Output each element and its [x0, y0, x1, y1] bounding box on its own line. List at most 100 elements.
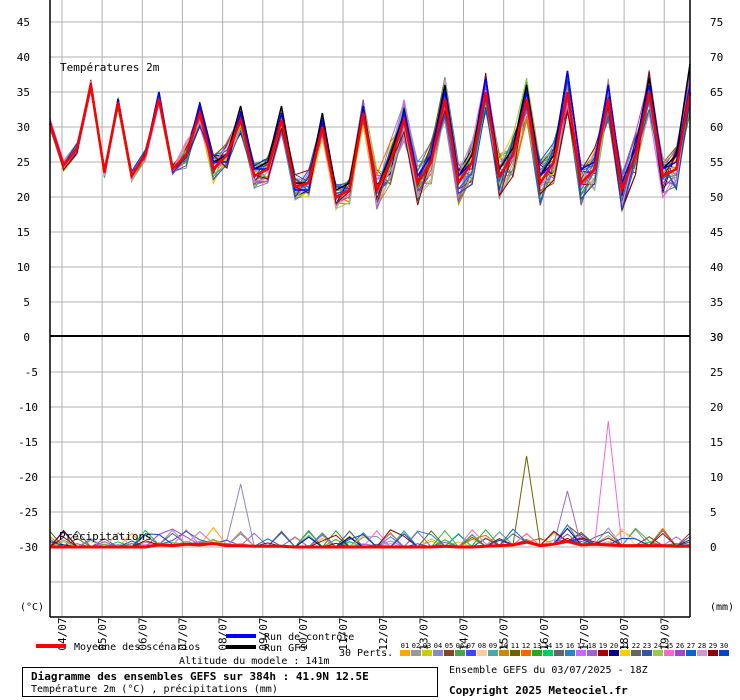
pert-swatch [598, 650, 608, 656]
pert-number: 03 [423, 642, 431, 650]
pert-swatch [609, 650, 619, 656]
pert-number: 21 [621, 642, 629, 650]
pert-swatch [466, 650, 476, 656]
pert-swatch [521, 650, 531, 656]
pert-number: 01 [401, 642, 409, 650]
pert-swatch [400, 650, 410, 656]
legend-mean-label: Moyenne des scénarios [74, 641, 200, 653]
footer-title: Diagramme des ensembles GEFS sur 384h : … [31, 670, 369, 683]
pert-swatch [620, 650, 630, 656]
legend-perts-label: 30 Perts. [339, 648, 393, 659]
pert-number: 12 [522, 642, 530, 650]
pert-number: 30 [720, 642, 728, 650]
pert-swatch [719, 650, 729, 656]
date-tick-label: 12/07 [377, 617, 390, 650]
temp-tick-label: 45 [17, 16, 30, 29]
temp-right-tick-label: 55 [710, 156, 723, 169]
temp-tick-label: 20 [17, 191, 30, 204]
temp-tick-label: 35 [17, 86, 30, 99]
pert-number: 23 [643, 642, 651, 650]
right-unit-label: (mm) [710, 602, 734, 613]
pert-temp-line [49, 75, 691, 202]
chart-labels: 0 305 3510 4015 4520 5025 5530 6035 6540 7045 7530… [17, 16, 734, 651]
pert-swatch [411, 650, 421, 656]
pert-swatch [653, 650, 663, 656]
pert-swatch [455, 650, 465, 656]
precip-right-tick-label: 25 [710, 366, 723, 379]
pert-swatch [554, 650, 564, 656]
precip-right-tick-label: 30 [710, 331, 723, 344]
pert-number: 06 [456, 642, 464, 650]
precip-tick-label: -30 [18, 541, 38, 554]
pert-swatch [532, 650, 542, 656]
temp-tick-label: 10 [17, 261, 30, 274]
precip-tick-label: -10 [18, 401, 38, 414]
footer-subtitle: Température 2m (°C) , précipitations (mm… [31, 684, 278, 695]
pert-number: 27 [687, 642, 695, 650]
temp-tick-label: 5 [23, 296, 30, 309]
precip-tick-label: -20 [18, 471, 38, 484]
temp-panel-title: Températures 2m [60, 61, 160, 74]
temp-tick-label: 25 [17, 156, 30, 169]
pert-number: 11 [511, 642, 519, 650]
precip-panel-title: Précipitations [59, 530, 152, 543]
pert-number: 17 [577, 642, 585, 650]
pert-swatch [576, 650, 586, 656]
pert-swatch [422, 650, 432, 656]
pert-number: 07 [467, 642, 475, 650]
temp-tick-label: 15 [17, 226, 30, 239]
temp-right-tick-label: 40 [710, 261, 723, 274]
pert-swatch [675, 650, 685, 656]
pert-number: 26 [676, 642, 684, 650]
precip-right-tick-label: 5 [710, 506, 717, 519]
precip-tick-label: -15 [18, 436, 38, 449]
pert-precip-line [49, 420, 690, 548]
legend-gfs-label: Run GFS [264, 643, 306, 654]
temp-right-tick-label: 70 [710, 51, 723, 64]
pert-number: 20 [610, 642, 618, 650]
precip-right-tick-label: 10 [710, 471, 723, 484]
temp-right-tick-label: 65 [710, 86, 723, 99]
pert-number: 16 [566, 642, 574, 650]
chart-axes [49, 0, 691, 618]
pert-number: 02 [412, 642, 420, 650]
left-unit-label: (°C) [20, 602, 44, 613]
pert-swatch [510, 650, 520, 656]
pert-number: 28 [698, 642, 706, 650]
pert-temp-line [49, 83, 691, 195]
pert-number: 25 [665, 642, 673, 650]
pert-number: 29 [709, 642, 717, 650]
pert-swatch [631, 650, 641, 656]
ensemble-info: Ensemble GEFS du 03/07/2025 - 18Z [449, 665, 648, 676]
pert-swatch [587, 650, 597, 656]
perturbation-lines [49, 69, 691, 548]
temp-right-tick-label: 50 [710, 191, 723, 204]
pert-swatch [664, 650, 674, 656]
temp-tick-label: 30 [17, 121, 30, 134]
pert-number: 04 [434, 642, 442, 650]
pert-swatch [499, 650, 509, 656]
pert-number: 19 [599, 642, 607, 650]
temp-tick-label: 0 [23, 331, 30, 344]
precip-right-tick-label: 15 [710, 436, 723, 449]
pert-swatch [477, 650, 487, 656]
precip-tick-label: -5 [25, 366, 38, 379]
precip-tick-label: -25 [18, 506, 38, 519]
temp-right-tick-label: 60 [710, 121, 723, 134]
temp-right-tick-label: 45 [710, 226, 723, 239]
chart-grid [50, 0, 690, 617]
temp-tick-label: 40 [17, 51, 30, 64]
pert-number: 05 [445, 642, 453, 650]
temp-right-tick-label: 35 [710, 296, 723, 309]
pert-swatch [488, 650, 498, 656]
pert-swatch [708, 650, 718, 656]
precip-right-tick-label: 0 [710, 541, 717, 554]
pert-swatch [433, 650, 443, 656]
copyright: Copyright 2025 Meteociel.fr [449, 684, 628, 697]
pert-number: 15 [555, 642, 563, 650]
pert-number: 09 [489, 642, 497, 650]
pert-swatch [686, 650, 696, 656]
pert-number: 24 [654, 642, 662, 650]
pert-number: 08 [478, 642, 486, 650]
pert-swatch [543, 650, 553, 656]
